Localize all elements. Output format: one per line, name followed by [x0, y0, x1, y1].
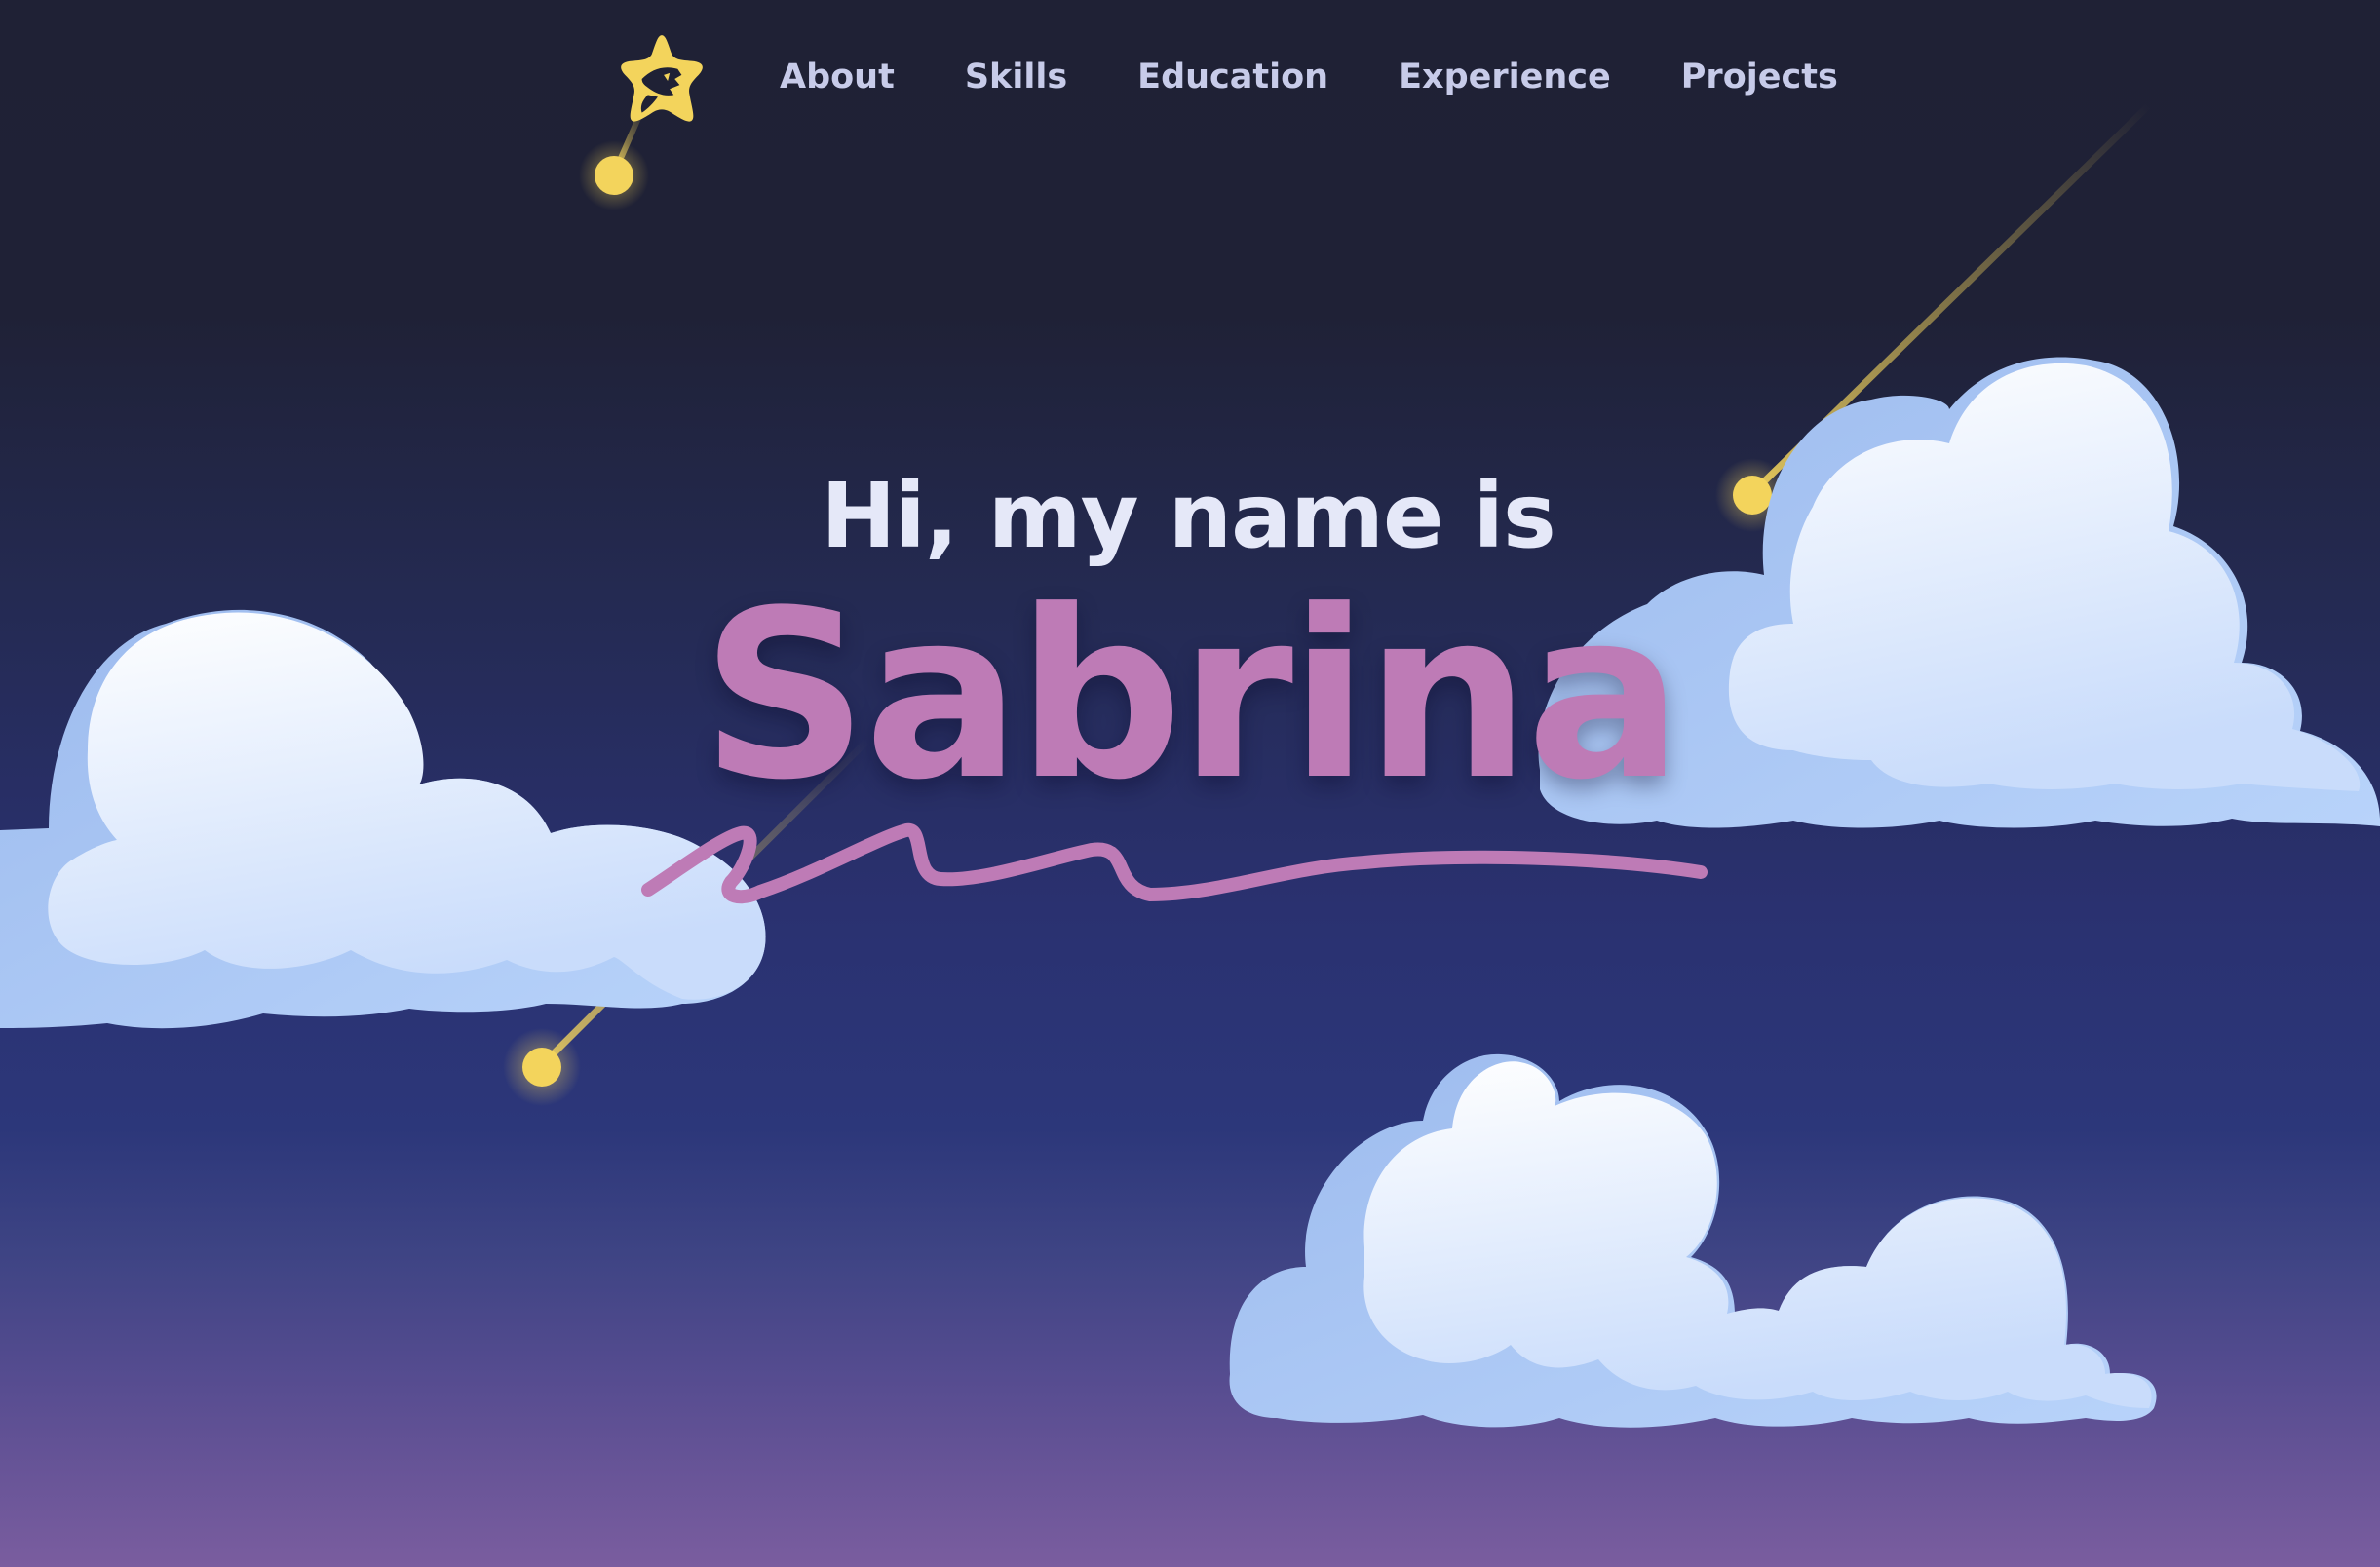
name-underline-scribble — [641, 822, 1708, 904]
hero-scene: About Skills Education Experience Projec… — [0, 0, 2380, 1567]
